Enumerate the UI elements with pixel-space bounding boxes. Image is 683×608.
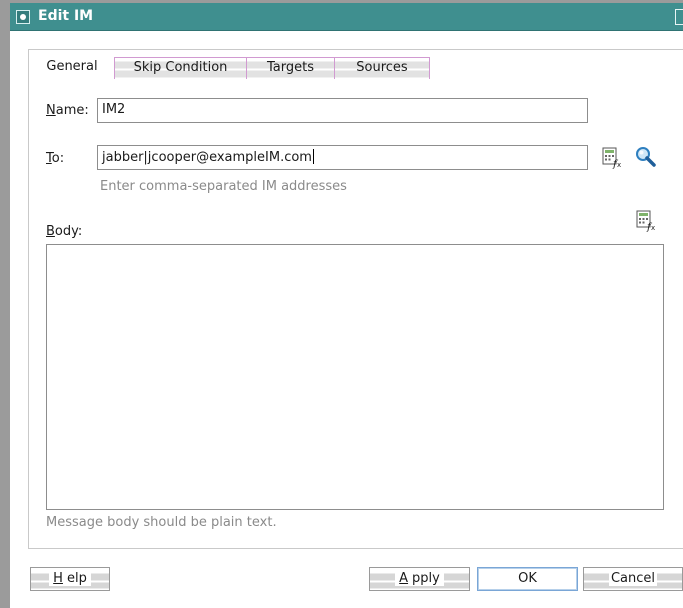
- window-control-icon[interactable]: [675, 9, 683, 25]
- body-textarea[interactable]: [46, 244, 664, 510]
- tab-skip-condition[interactable]: Skip Condition: [114, 57, 247, 79]
- apply-button[interactable]: Apply: [369, 567, 470, 591]
- name-label: Name:: [46, 103, 89, 118]
- body-hint: Message body should be plain text.: [46, 515, 277, 530]
- ok-button[interactable]: OK: [477, 567, 578, 591]
- window-border-left: [0, 0, 10, 608]
- window-menu-icon[interactable]: [16, 10, 30, 24]
- search-icon[interactable]: [634, 146, 656, 168]
- expression-builder-icon[interactable]: f x: [635, 210, 657, 233]
- to-input[interactable]: jabber|jcooper@exampleIM.com: [97, 145, 588, 170]
- to-input-value: jabber|jcooper@exampleIM.com: [102, 150, 312, 165]
- body-label: Body:: [46, 224, 83, 239]
- tab-targets[interactable]: Targets: [247, 57, 335, 79]
- name-input[interactable]: IM2: [97, 98, 588, 123]
- help-button[interactable]: Help: [30, 567, 110, 591]
- cancel-button[interactable]: Cancel: [583, 567, 683, 591]
- dialog-titlebar[interactable]: Edit IM: [10, 3, 683, 31]
- to-label: To:: [46, 151, 65, 166]
- svg-text:x: x: [617, 161, 621, 169]
- tab-general[interactable]: General: [30, 57, 114, 79]
- dialog-title: Edit IM: [38, 8, 94, 24]
- svg-text:x: x: [651, 224, 655, 232]
- to-hint: Enter comma-separated IM addresses: [100, 179, 347, 194]
- text-caret: [312, 149, 314, 164]
- tab-sources[interactable]: Sources: [335, 57, 430, 79]
- expression-builder-icon[interactable]: f x: [601, 147, 623, 170]
